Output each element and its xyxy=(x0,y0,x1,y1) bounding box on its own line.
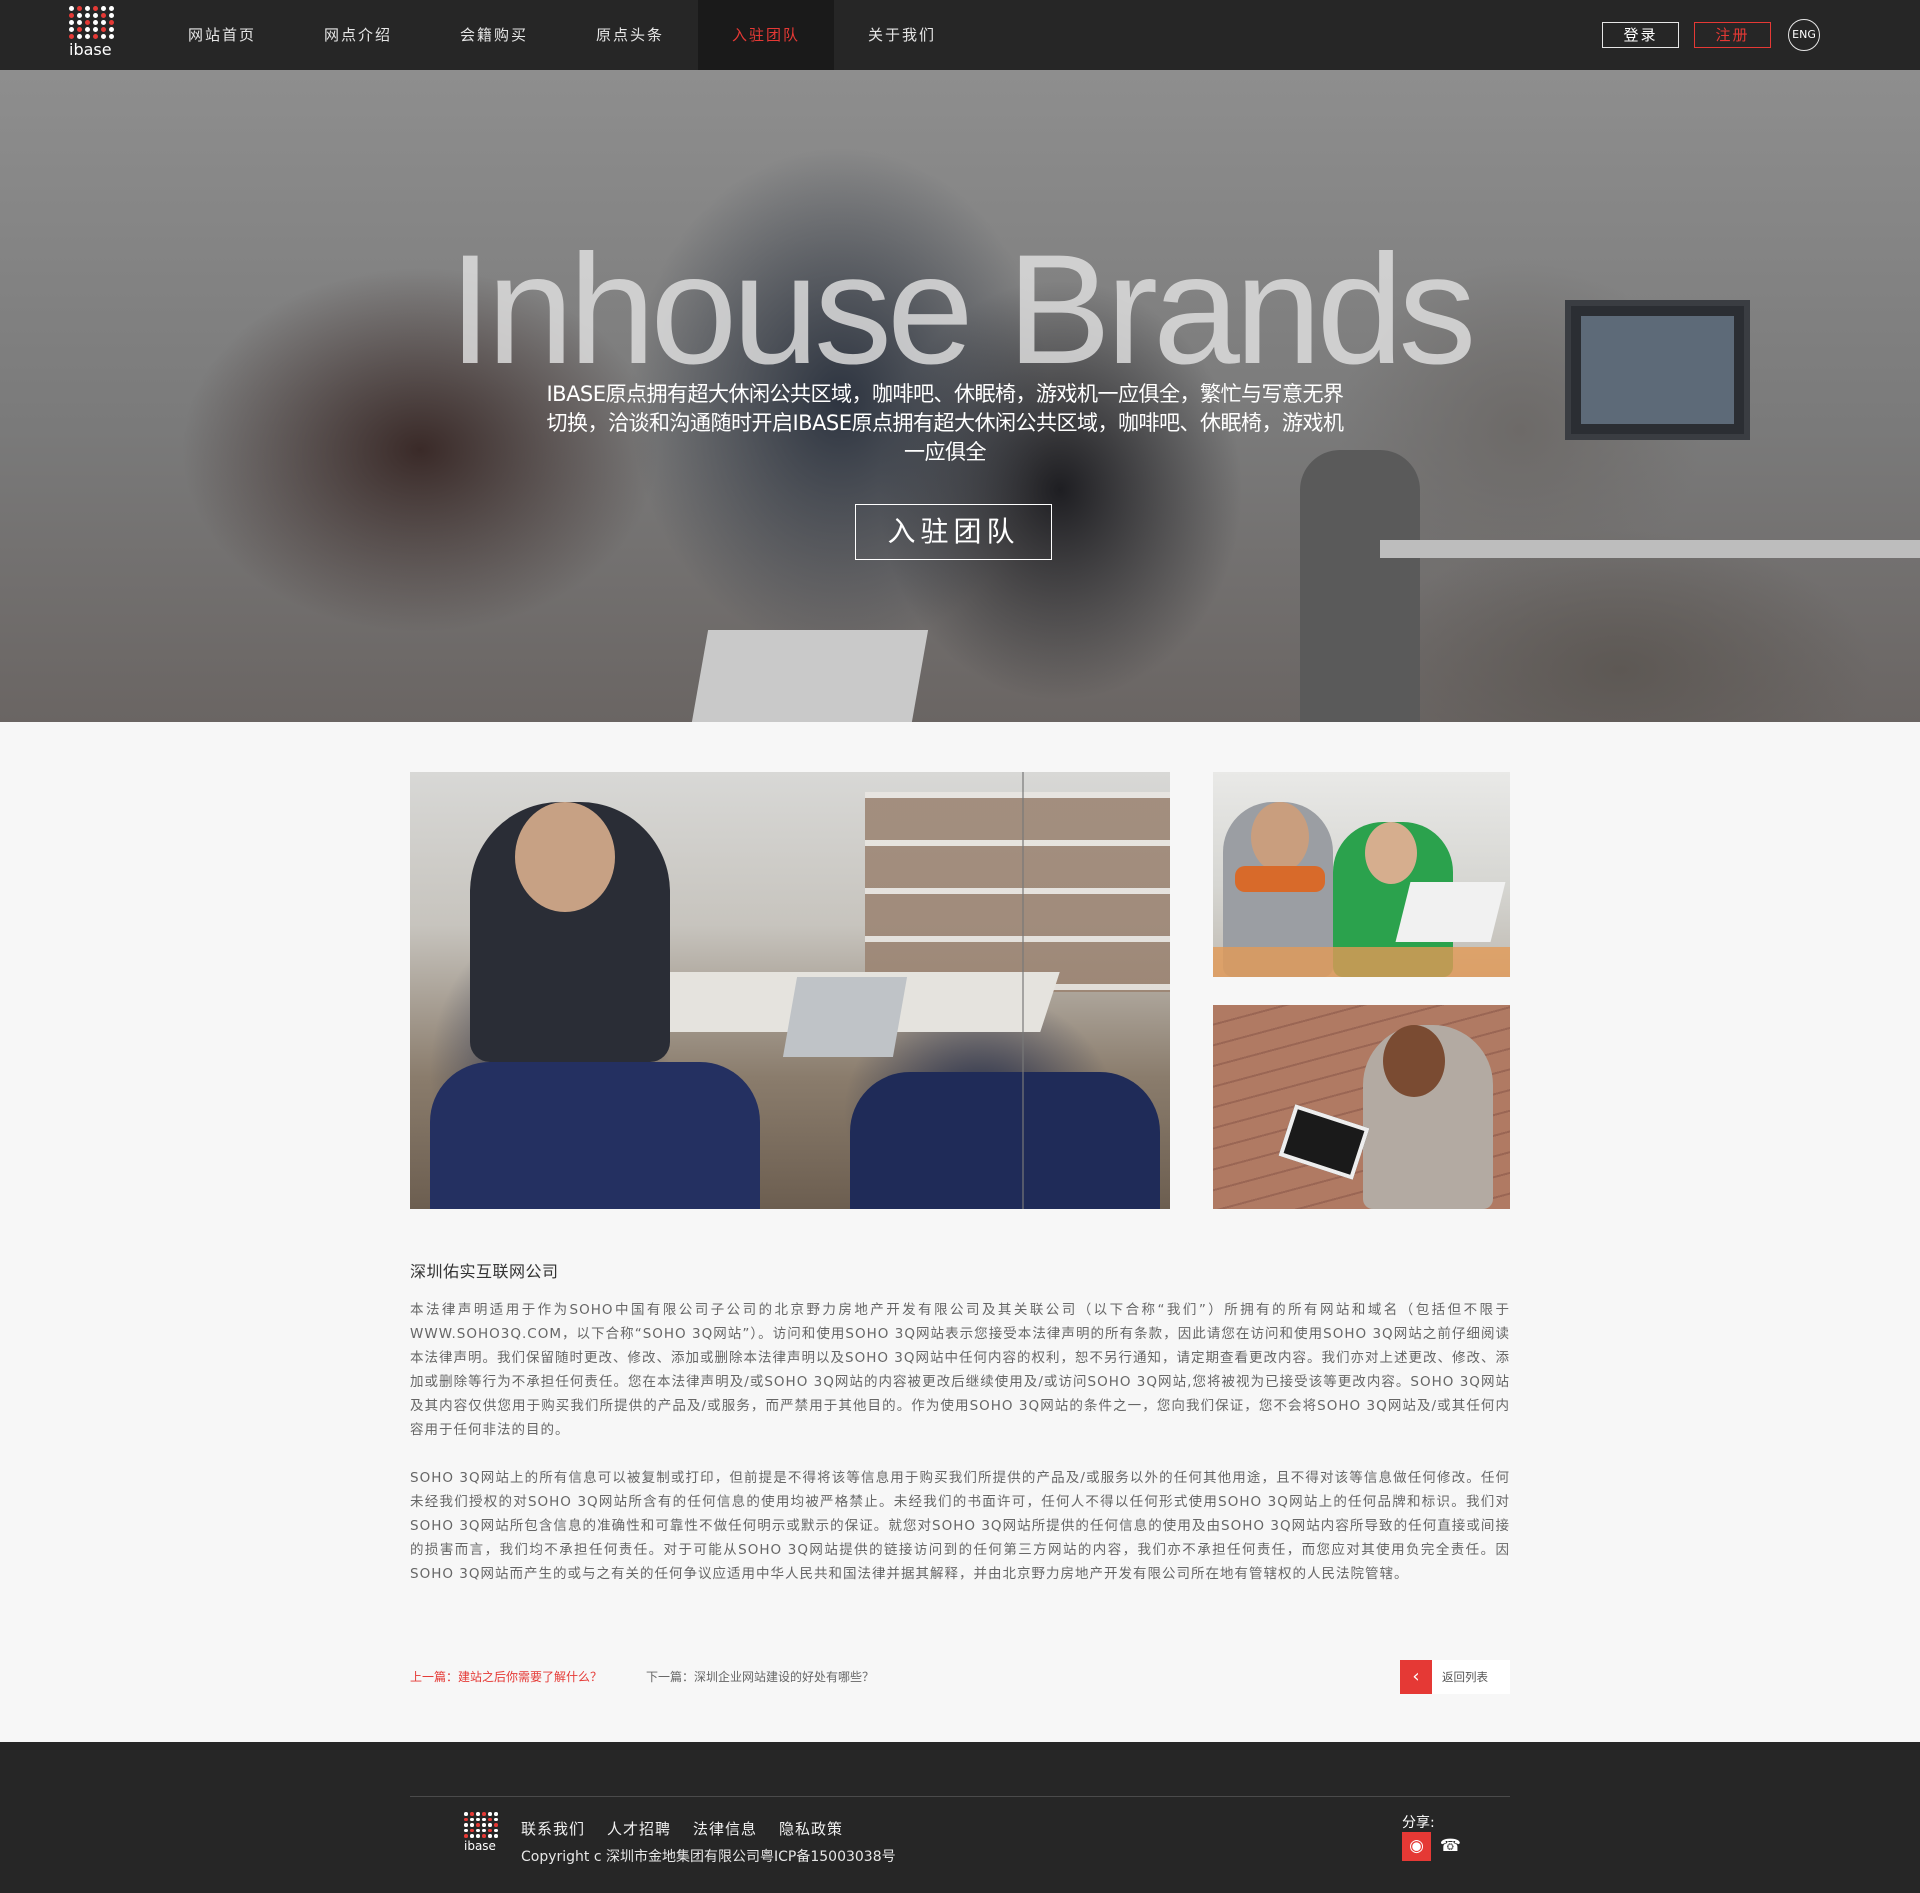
footer-link-legal[interactable]: 法律信息 xyxy=(693,1818,757,1839)
nav-locations[interactable]: 网点介绍 xyxy=(290,0,426,70)
gallery-photo-meeting xyxy=(410,772,1170,1209)
language-switch-button[interactable]: ENG xyxy=(1788,19,1820,51)
nav-news[interactable]: 原点头条 xyxy=(562,0,698,70)
article-paragraph: 本法律声明适用于作为SOHO中国有限公司子公司的北京野力房地产开发有限公司及其关… xyxy=(410,1302,1510,1438)
chevron-left-icon: ‹ xyxy=(1400,1660,1432,1694)
nav-membership[interactable]: 会籍购买 xyxy=(426,0,562,70)
footer-link-jobs[interactable]: 人才招聘 xyxy=(607,1818,671,1839)
logo-dots xyxy=(69,6,115,39)
site-footer: ibase 联系我们 人才招聘 法律信息 隐私政策 Copyright c 深圳… xyxy=(0,1742,1920,1893)
share-label: 分享: xyxy=(1402,1815,1435,1831)
register-button[interactable]: 注册 xyxy=(1694,22,1771,48)
gallery-photo-coworkers xyxy=(1213,772,1510,977)
logo-word: ibase xyxy=(69,40,112,59)
back-to-list-label: 返回列表 xyxy=(1442,1670,1488,1684)
hero-title: Inhouse Brands xyxy=(448,223,1477,397)
gallery-photo-tablet-reader xyxy=(1213,1005,1510,1209)
hero-description: IBASE原点拥有超大休闲公共区域，咖啡吧、休眠椅，游戏机一应俱全，繁忙与写意无… xyxy=(546,382,1344,464)
footer-logo[interactable]: ibase xyxy=(464,1812,500,1856)
previous-article-link[interactable]: 上一篇：建站之后你需要了解什么？ xyxy=(410,1668,602,1685)
footer-links: 联系我们 人才招聘 法律信息 隐私政策 xyxy=(521,1818,865,1839)
article-paragraph: SOHO 3Q网站上的所有信息可以被复制或打印，但前提是不得将该等信息用于购买我… xyxy=(410,1470,1510,1582)
weibo-icon[interactable]: ◉ xyxy=(1402,1832,1431,1861)
wechat-icon[interactable]: ☎ xyxy=(1436,1832,1465,1861)
next-article-link[interactable]: 下一篇：深圳企业网站建设的好处有哪些？ xyxy=(646,1668,874,1685)
site-header: ibase 网站首页 网点介绍 会籍购买 原点头条 入驻团队 关于我们 登录 注… xyxy=(0,0,1920,70)
ibase-logo[interactable]: ibase xyxy=(69,6,119,64)
footer-logo-word: ibase xyxy=(464,1838,496,1853)
nav-teams[interactable]: 入驻团队 xyxy=(698,0,834,70)
login-button[interactable]: 登录 xyxy=(1602,22,1679,48)
hero-photo-desk xyxy=(1380,540,1920,558)
footer-divider xyxy=(410,1796,1510,1797)
hero-join-team-button[interactable]: 入驻团队 xyxy=(855,504,1052,560)
footer-link-contact[interactable]: 联系我们 xyxy=(521,1818,585,1839)
hero-banner: Inhouse Brands IBASE原点拥有超大休闲公共区域，咖啡吧、休眠椅… xyxy=(0,70,1920,722)
back-to-list-button[interactable]: ‹ 返回列表 xyxy=(1400,1660,1510,1694)
article-title: 深圳佑实互联网公司 xyxy=(410,1262,559,1281)
nav-about[interactable]: 关于我们 xyxy=(834,0,970,70)
copyright-text: Copyright c 深圳市金地集团有限公司粤ICP备15003038号 xyxy=(521,1849,896,1865)
main-nav: 网站首页 网点介绍 会籍购买 原点头条 入驻团队 关于我们 xyxy=(154,0,970,70)
hero-photo-laptop xyxy=(691,630,929,722)
hero-photo-chair xyxy=(1300,450,1420,722)
nav-home[interactable]: 网站首页 xyxy=(154,0,290,70)
footer-link-privacy[interactable]: 隐私政策 xyxy=(779,1818,843,1839)
